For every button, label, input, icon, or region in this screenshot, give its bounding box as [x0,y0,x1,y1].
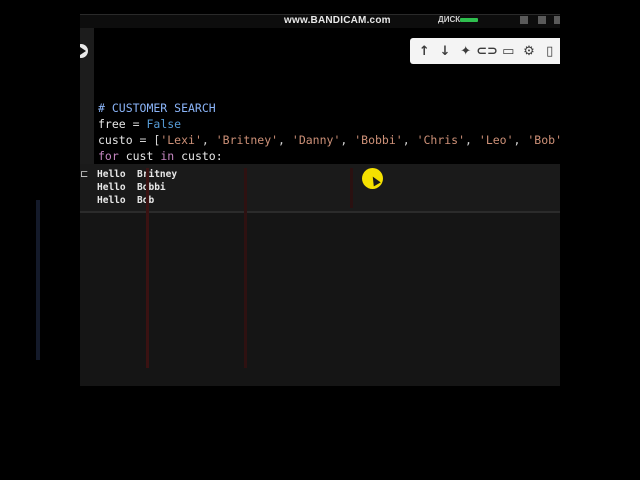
disk-label: ДИСК [438,15,461,24]
code-token: 'Bob' [527,133,560,147]
code-token: , [513,133,528,147]
cell-toolbar: ↑ ↓ ✦ ⊂⊃ ▭ ⚙ ▯ [410,38,560,64]
code-cell[interactable]: # CUSTOMER SEARCH free = False custo = ['L… [80,28,560,195]
code-token: 'Britney' [215,133,279,147]
move-up-icon[interactable]: ↑ [414,40,435,62]
recording-watermark: www.BANDICAM.com [284,15,391,26]
window-maximize-icon[interactable] [538,16,546,24]
code-token: = [125,117,147,131]
code-token: 'Leo' [478,133,514,147]
output-line: Hello Bobbi [97,182,166,193]
code-token: 'Lexi' [160,133,202,147]
code-line: free = False [98,116,560,132]
video-artifact [350,168,353,208]
code-line: custo = ['Lexi', 'Britney', 'Danny', 'Bo… [98,132,560,148]
recording-overlay-bar: www.BANDICAM.com ДИСК [80,14,560,29]
code-token: cust [118,149,161,163]
move-down-icon[interactable]: ↓ [435,40,456,62]
gear-icon[interactable]: ⚙ [519,40,540,62]
code-line: # CUSTOMER SEARCH [98,100,560,116]
window-minimize-icon[interactable] [520,16,528,24]
video-artifact [244,168,247,368]
code-token: free [98,117,126,131]
code-token: for [98,149,119,163]
disk-usage-indicator [460,18,478,22]
code-token: , [402,133,417,147]
more-icon[interactable]: ▯ [539,40,560,62]
notebook-window: www.BANDICAM.com ДИСК # CUSTOMER SEARCH f… [80,14,560,386]
code-token: , [465,133,479,147]
window-close-icon[interactable] [554,16,560,24]
code-token: , [278,133,292,147]
clear-output-icon[interactable]: ⊏ [80,170,88,180]
output-text: Hello Britney Hello Bobbi Hello Bob [97,168,177,207]
screen: www.BANDICAM.com ДИСК # CUSTOMER SEARCH f… [0,0,640,480]
video-artifact [146,168,149,368]
sparkle-icon[interactable]: ✦ [455,40,476,62]
code-token: , [201,133,216,147]
link-icon[interactable]: ⊂⊃ [476,40,498,62]
code-token: False [146,117,182,131]
code-token: custo [98,133,133,147]
code-token: 'Bobbi' [354,133,403,147]
output-line: Hello Bob [97,195,155,206]
code-token: # CUSTOMER SEARCH [98,101,216,115]
output-line: Hello Britney [97,169,178,180]
code-token: custo: [174,149,223,163]
code-token: = [ [132,133,161,147]
code-token: 'Chris' [416,133,466,147]
code-line: for cust in custo: [98,148,560,164]
video-artifact [36,200,40,360]
code-token: in [160,149,175,163]
comment-icon[interactable]: ▭ [498,40,519,62]
code-token: , [340,133,355,147]
empty-workspace [80,213,560,386]
code-token: 'Danny' [291,133,341,147]
